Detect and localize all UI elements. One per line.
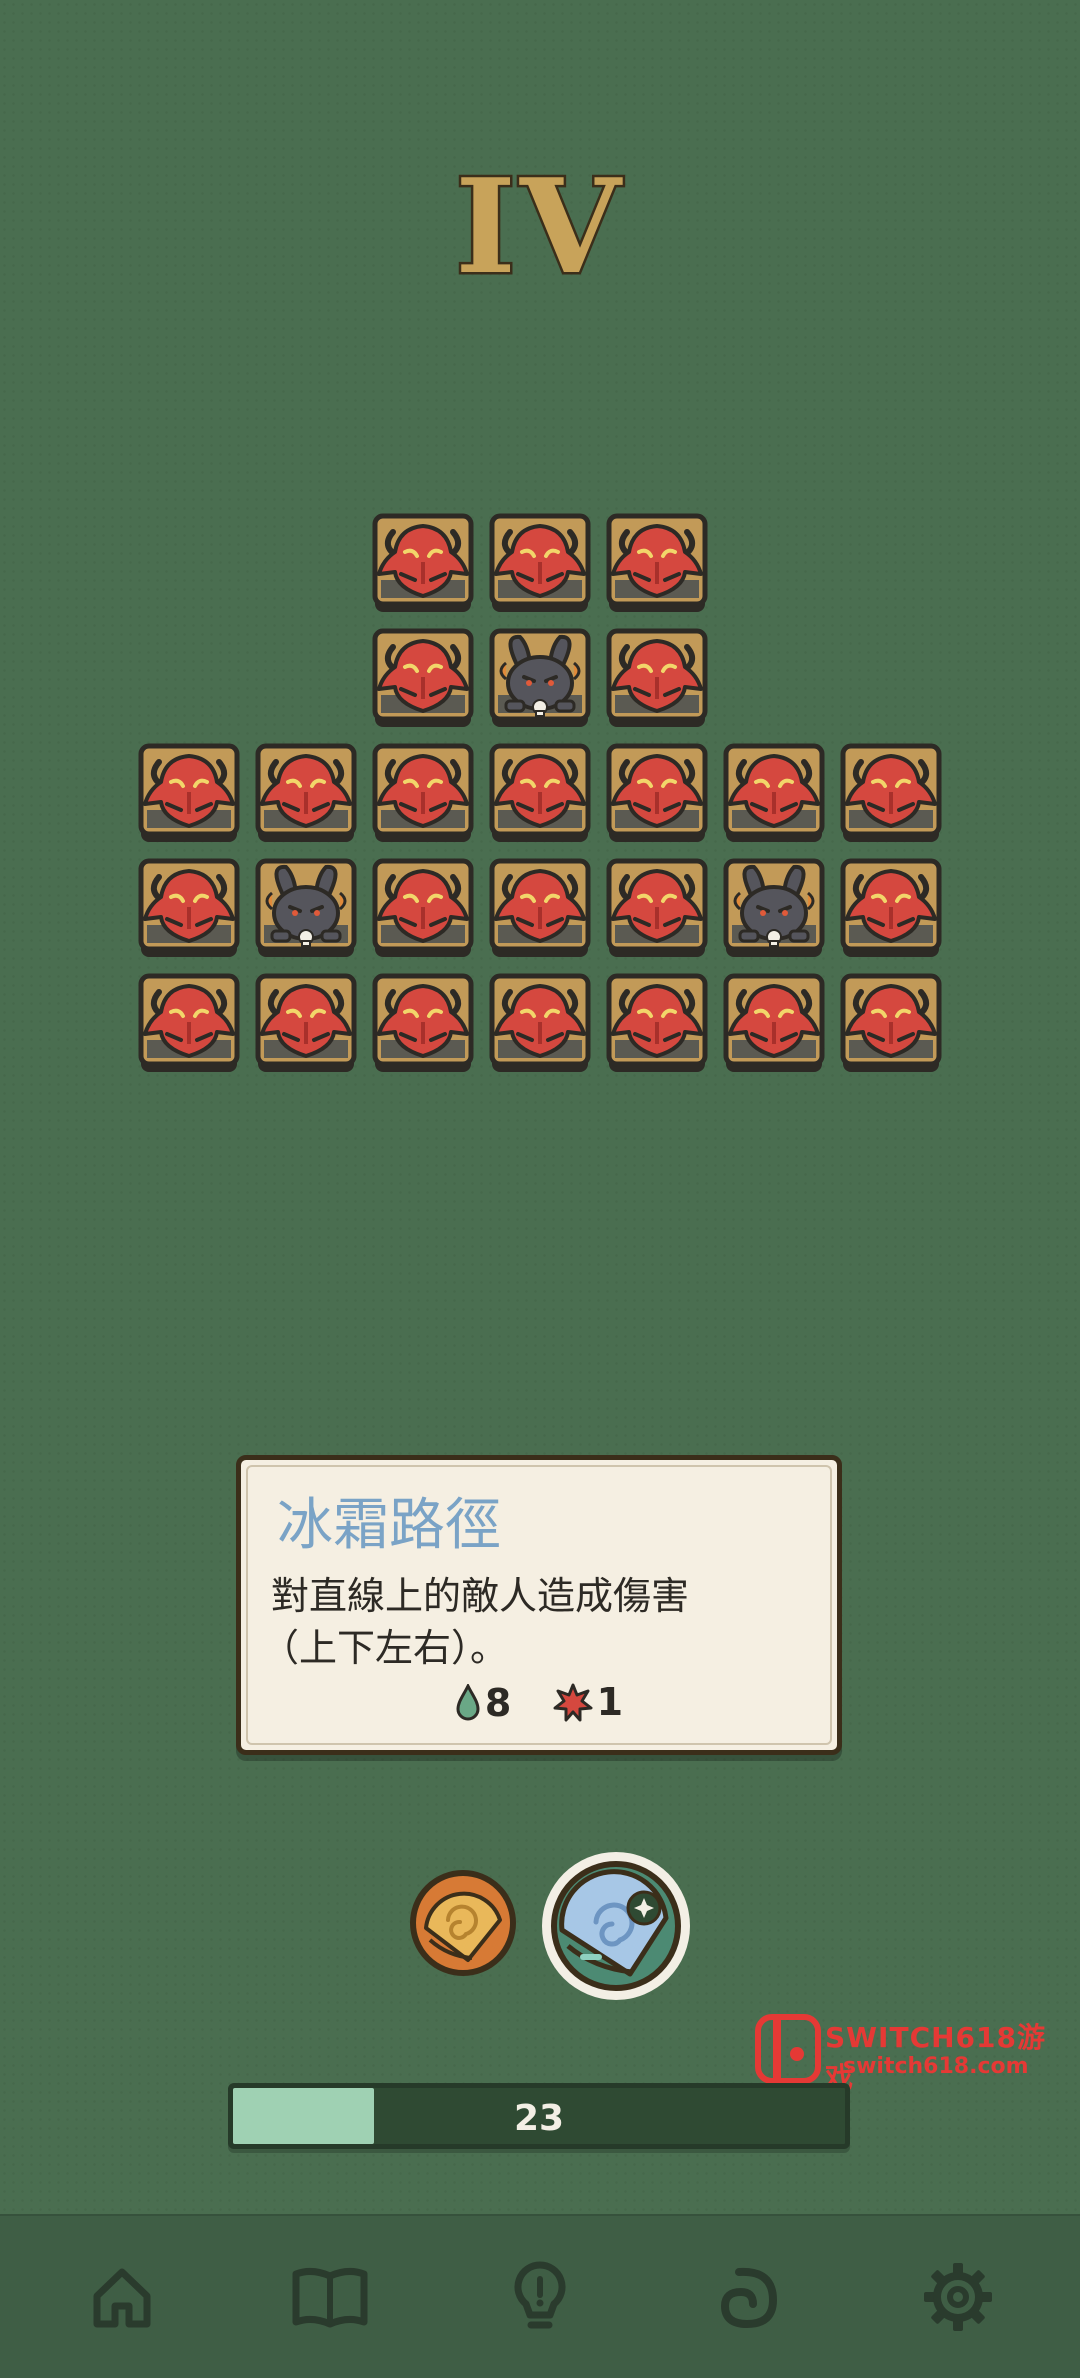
rabbit-icon [255, 858, 357, 957]
demon-enemy-tile[interactable] [722, 742, 826, 846]
demon-enemy-tile[interactable] [371, 742, 475, 846]
demon-icon [372, 743, 474, 842]
demon-enemy-tile[interactable] [137, 857, 241, 961]
demon-enemy-tile[interactable] [254, 742, 358, 846]
rabbit-enemy-tile[interactable] [722, 857, 826, 961]
nav-settings-button[interactable] [913, 2252, 1003, 2342]
spell-description-line2: （上下左右）。 [261, 1626, 509, 1670]
demon-enemy-tile[interactable] [371, 972, 475, 1076]
book-icon [292, 2267, 368, 2328]
demon-icon [606, 973, 708, 1072]
lightbulb-icon [514, 2261, 566, 2329]
demon-enemy-tile[interactable] [605, 512, 709, 616]
rabbit-enemy-tile[interactable] [254, 857, 358, 961]
swirl-icon [720, 2267, 778, 2329]
demon-enemy-tile[interactable] [137, 742, 241, 846]
demon-enemy-tile[interactable] [488, 512, 592, 616]
spell-title: 冰霜路徑 [277, 1493, 501, 1558]
frost-spell-orb[interactable] [540, 1850, 692, 2002]
home-icon [93, 2268, 151, 2328]
fire-spell-icon [410, 1870, 516, 1976]
frost-spell-icon [542, 1852, 690, 2000]
demon-icon [840, 743, 942, 842]
progress-bar: 23 [228, 2083, 850, 2149]
water-drop-icon [456, 1684, 480, 1721]
demon-enemy-tile[interactable] [839, 857, 943, 961]
demon-icon [606, 743, 708, 842]
demon-enemy-tile[interactable] [254, 972, 358, 1076]
demon-enemy-tile[interactable] [488, 742, 592, 846]
demon-enemy-tile[interactable] [605, 972, 709, 1076]
demon-icon [723, 973, 825, 1072]
damage-stat: 1 [553, 1680, 623, 1724]
watermark: SWITCH618游戏 switch618.com [755, 2014, 1065, 2094]
demon-icon [606, 628, 708, 727]
damage-value: 1 [596, 1680, 624, 1724]
demon-enemy-tile[interactable] [371, 627, 475, 731]
mana-cost-value: 8 [484, 1681, 512, 1725]
demon-enemy-tile[interactable] [605, 742, 709, 846]
demon-icon [723, 743, 825, 842]
demon-icon [372, 973, 474, 1072]
demon-enemy-tile[interactable] [605, 627, 709, 731]
demon-enemy-tile[interactable] [839, 742, 943, 846]
spell-info-card: 冰霜路徑 對直線上的敵人造成傷害 （上下左右）。 8 1 [236, 1455, 842, 1755]
nav-home-button[interactable] [77, 2252, 167, 2342]
spell-description: 對直線上的敵人造成傷害 （上下左右）。 [261, 1570, 811, 1674]
demon-icon [606, 858, 708, 957]
demon-enemy-tile[interactable] [839, 972, 943, 1076]
fire-spell-orb[interactable] [408, 1868, 518, 1978]
rabbit-enemy-tile[interactable] [488, 627, 592, 731]
demon-icon [489, 973, 591, 1072]
demon-icon [138, 858, 240, 957]
demon-enemy-tile[interactable] [488, 972, 592, 1076]
demon-icon [489, 743, 591, 842]
progress-label: 23 [513, 2098, 565, 2139]
demon-enemy-tile[interactable] [605, 857, 709, 961]
demon-icon [372, 628, 474, 727]
demon-icon [606, 513, 708, 612]
demon-enemy-tile[interactable] [488, 857, 592, 961]
demon-icon [255, 973, 357, 1072]
spell-description-line1: 對直線上的敵人造成傷害 [271, 1574, 690, 1618]
demon-icon [840, 858, 942, 957]
demon-icon [255, 743, 357, 842]
demon-enemy-tile[interactable] [137, 972, 241, 1076]
mana-cost-stat: 8 [455, 1681, 511, 1725]
demon-icon [138, 973, 240, 1072]
level-numeral: IV [453, 148, 625, 306]
demon-icon [372, 513, 474, 612]
rabbit-icon [489, 628, 591, 727]
bottom-nav [0, 2214, 1080, 2378]
nav-spells-button[interactable] [703, 2252, 793, 2342]
damage-burst-icon [553, 1683, 593, 1722]
spell-stats: 8 1 [241, 1680, 837, 1731]
demon-icon [489, 858, 591, 957]
nav-hint-button[interactable] [495, 2252, 585, 2342]
demon-enemy-tile[interactable] [371, 512, 475, 616]
demon-enemy-tile[interactable] [371, 857, 475, 961]
demon-icon [138, 743, 240, 842]
demon-enemy-tile[interactable] [722, 972, 826, 1076]
watermark-url: switch618.com [843, 2054, 1029, 2079]
demon-icon [489, 513, 591, 612]
demon-icon [372, 858, 474, 957]
nav-book-button[interactable] [285, 2252, 375, 2342]
demon-icon [840, 973, 942, 1072]
rabbit-icon [723, 858, 825, 957]
gear-icon [924, 2263, 992, 2331]
switch-logo-icon [755, 2014, 821, 2084]
